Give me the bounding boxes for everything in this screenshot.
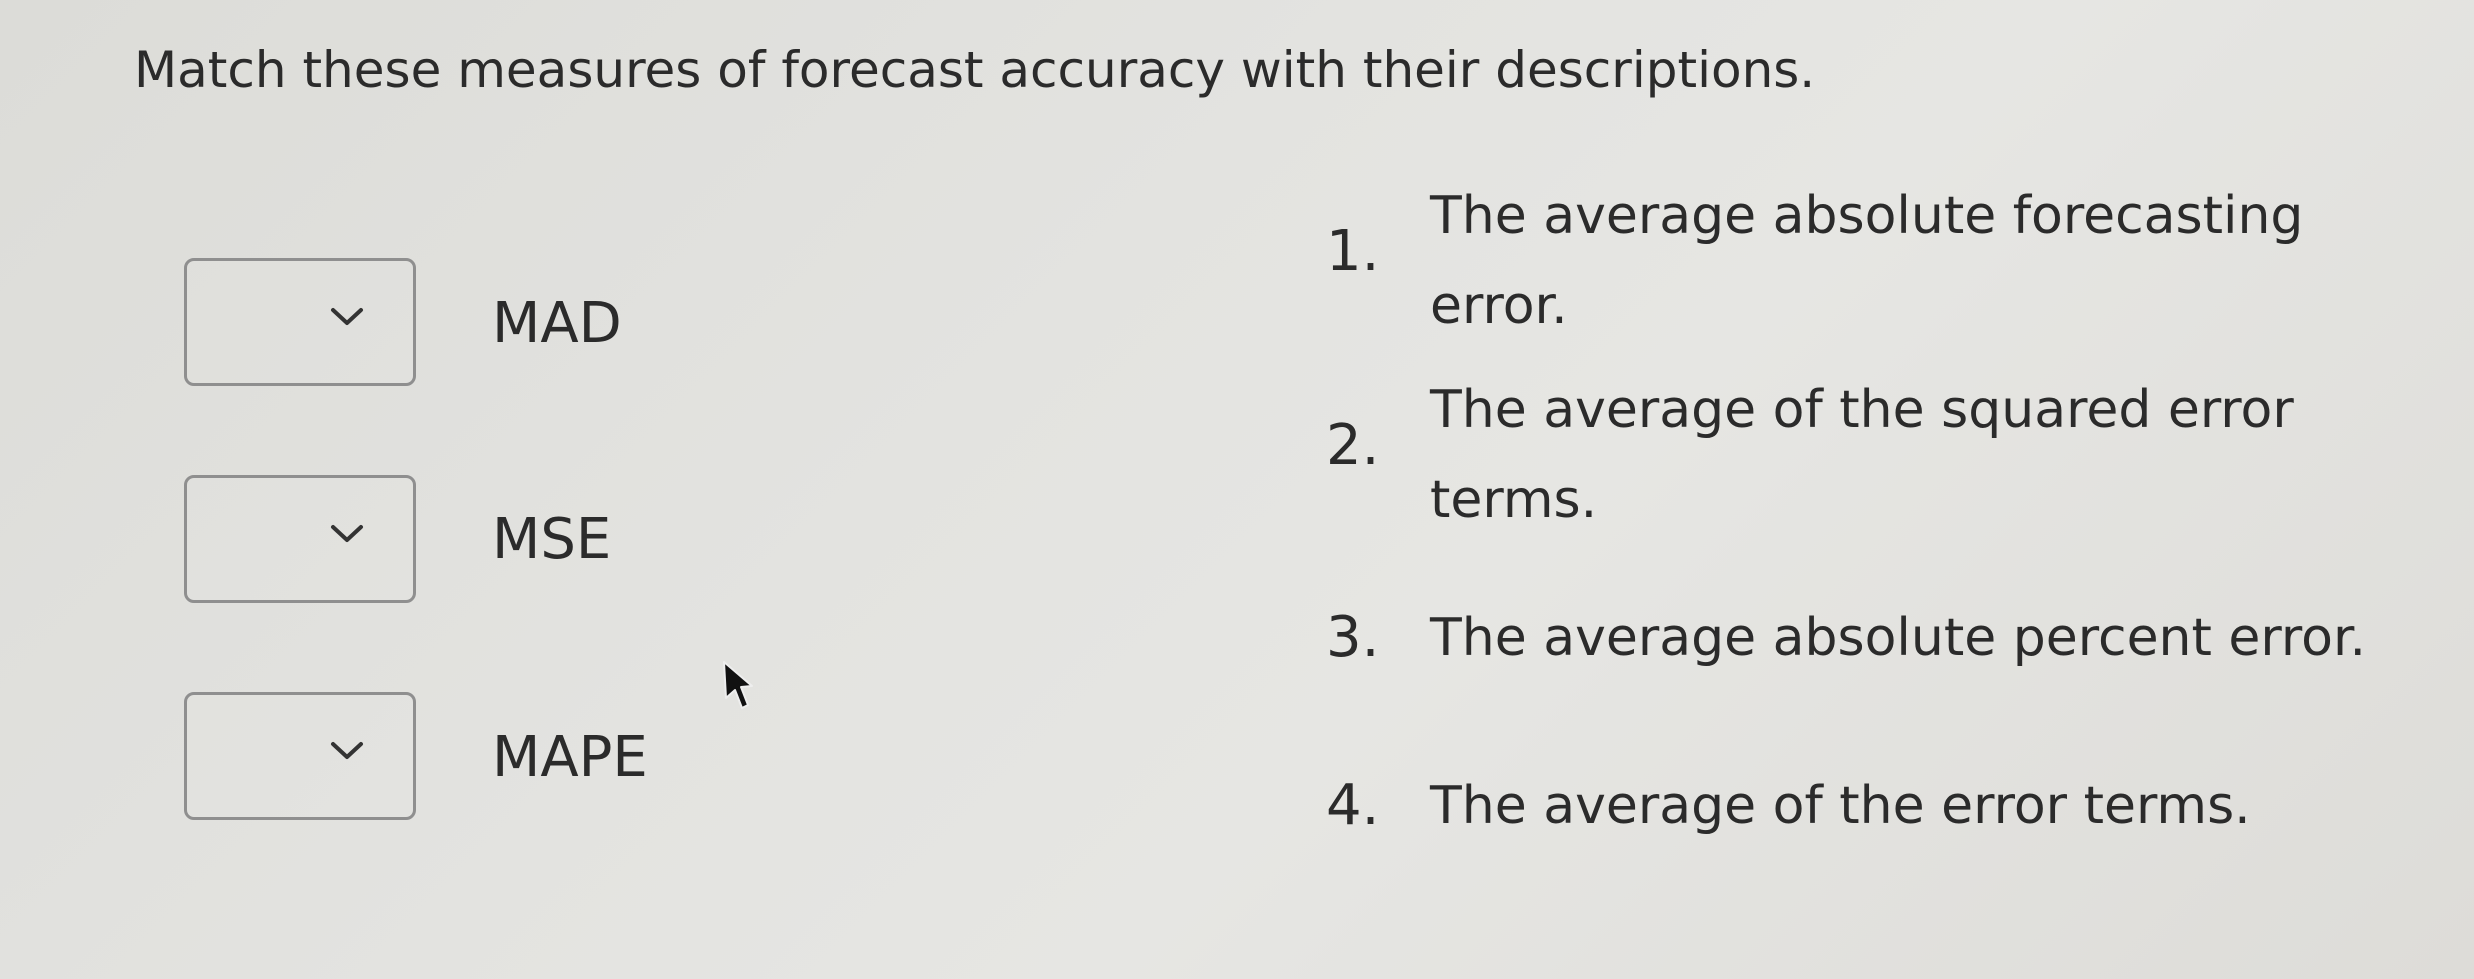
description-number-3: 3. — [1326, 605, 1380, 670]
description-3-line-1: The average absolute percent error. — [1430, 608, 2367, 668]
description-4-line-1: The average of the error terms. — [1430, 776, 2251, 836]
term-label-mse: MSE — [492, 507, 612, 572]
mouse-pointer-icon — [723, 661, 753, 709]
description-2-line-1: The average of the squared error — [1430, 380, 2294, 440]
term-label-mad: MAD — [492, 291, 622, 356]
chevron-down-icon — [331, 525, 363, 542]
description-number-2: 2. — [1326, 413, 1380, 478]
description-1-line-2: error. — [1430, 276, 1568, 336]
chevron-down-icon — [331, 742, 363, 759]
description-number-4: 4. — [1326, 773, 1380, 838]
description-1-line-1: The average absolute forecasting — [1430, 186, 2304, 246]
match-select-mape[interactable] — [184, 692, 416, 820]
term-label-mape: MAPE — [492, 725, 648, 790]
description-2-line-2: terms. — [1430, 470, 1598, 530]
description-number-1: 1. — [1326, 219, 1380, 284]
match-select-mad[interactable] — [184, 258, 416, 386]
question-text: Match these measures of forecast accurac… — [134, 41, 1816, 99]
match-select-mse[interactable] — [184, 475, 416, 603]
chevron-down-icon — [331, 308, 363, 325]
